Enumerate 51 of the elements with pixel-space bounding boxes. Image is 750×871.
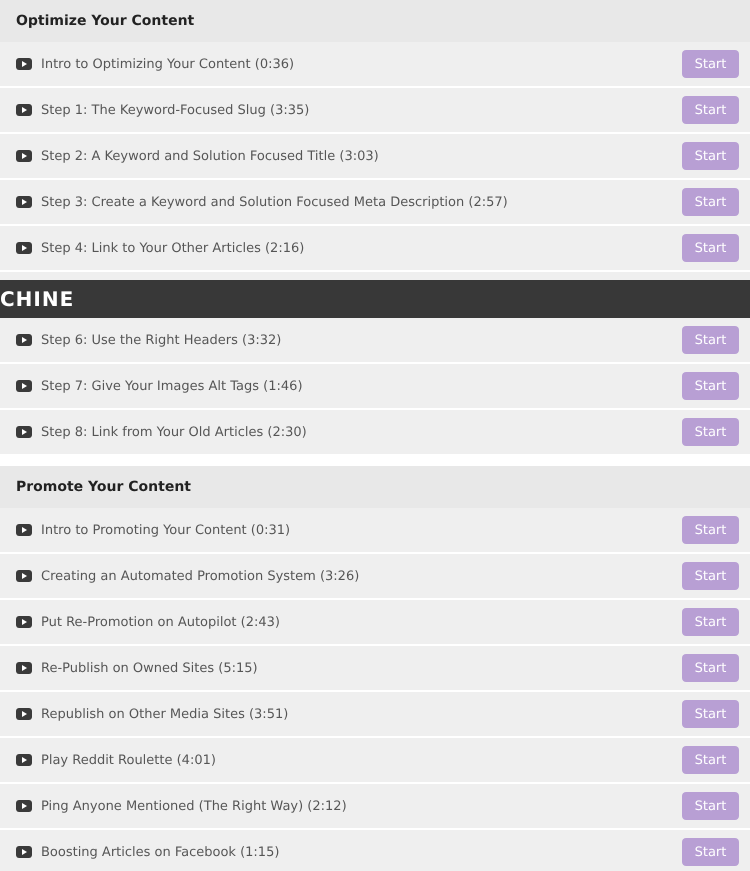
play-icon (16, 708, 32, 720)
lesson-row[interactable]: Republish on Other Media Sites (3:51) Start (0, 692, 750, 738)
lesson-title: Boosting Articles on Facebook (1:15) (41, 844, 280, 860)
play-icon (16, 150, 32, 162)
lesson-title: Step 7: Give Your Images Alt Tags (1:46) (41, 378, 304, 394)
play-icon (16, 380, 32, 392)
lesson-title: Put Re-Promotion on Autopilot (2:43) (41, 614, 281, 630)
section-header: Promote Your Content (0, 466, 750, 508)
play-icon (16, 196, 32, 208)
lesson-row[interactable]: Intro to Optimizing Your Content (0:36) Start (0, 42, 750, 88)
lesson-row[interactable]: Re-Publish on Owned Sites (5:15) Start (0, 646, 750, 692)
lesson-row[interactable]: Step 2: A Keyword and Solution Focused Title (3:03) Start (0, 134, 750, 180)
play-icon (16, 754, 32, 766)
lesson-row[interactable]: Step 3: Create a Keyword and Solution Focused Meta Description (2:57) Start (0, 180, 750, 226)
lesson-row[interactable]: Put Re-Promotion on Autopilot (2:43) Start (0, 600, 750, 646)
lesson-title: Re-Publish on Owned Sites (5:15) (41, 660, 259, 676)
lesson-title: Step 6: Use the Right Headers (3:32) (41, 332, 282, 348)
play-icon (16, 846, 32, 858)
lesson-row[interactable]: Step 4: Link to Your Other Articles (2:16) Start (0, 226, 750, 272)
lesson-title: Intro to Optimizing Your Content (0:36) (41, 56, 296, 72)
play-icon (16, 524, 32, 536)
lesson-row[interactable]: Intro to Promoting Your Content (0:31) Start (0, 508, 750, 554)
lesson-title: Step 8: Link from Your Old Articles (2:30) (41, 424, 308, 440)
lesson-title: Step 1: The Keyword-Focused Slug (3:35) (41, 102, 310, 118)
lesson-title: Play Reddit Roulette (4:01) (41, 752, 217, 768)
lesson-title: Step 4: Link to Your Other Articles (2:16) (41, 240, 306, 256)
play-icon (16, 616, 32, 628)
lesson-row[interactable]: Step 7: Give Your Images Alt Tags (1:46) Start (0, 364, 750, 410)
play-icon (16, 426, 32, 438)
play-icon (16, 58, 32, 70)
lesson-row[interactable]: Boosting Articles on Facebook (1:15) Start (0, 830, 750, 871)
lesson-title: Creating an Automated Promotion System (3:26) (41, 568, 360, 584)
lesson-row[interactable]: Ping Anyone Mentioned (The Right Way) (2:12) Start (0, 784, 750, 830)
lesson-title: Intro to Promoting Your Content (0:31) (41, 522, 292, 538)
play-icon (16, 104, 32, 116)
lesson-title: Republish on Other Media Sites (3:51) (41, 706, 290, 722)
play-icon (16, 242, 32, 254)
lesson-title: Step 2: A Keyword and Solution Focused Title (3:03) (41, 148, 380, 164)
lesson-row[interactable]: Creating an Automated Promotion System (3:26) Start (0, 554, 750, 600)
play-icon (16, 800, 32, 812)
lesson-row[interactable]: Play Reddit Roulette (4:01) Start (0, 738, 750, 784)
lesson-row[interactable]: Step 8: Link from Your Old Articles (2:30) Start (0, 410, 750, 456)
banner-text: CHINE (0, 287, 74, 311)
lesson-title: Step 3: Create a Keyword and Solution Focused Meta Description (2:57) (41, 194, 509, 210)
play-icon (16, 570, 32, 582)
lesson-title: Ping Anyone Mentioned (The Right Way) (2:12) (41, 798, 348, 814)
section-header: Optimize Your Content (0, 0, 750, 42)
play-icon (16, 334, 32, 346)
play-icon (16, 662, 32, 674)
lesson-row[interactable]: Step 6: Use the Right Headers (3:32) Start (0, 318, 750, 364)
lesson-row[interactable]: Step 1: The Keyword-Focused Slug (3:35) Start (0, 88, 750, 134)
